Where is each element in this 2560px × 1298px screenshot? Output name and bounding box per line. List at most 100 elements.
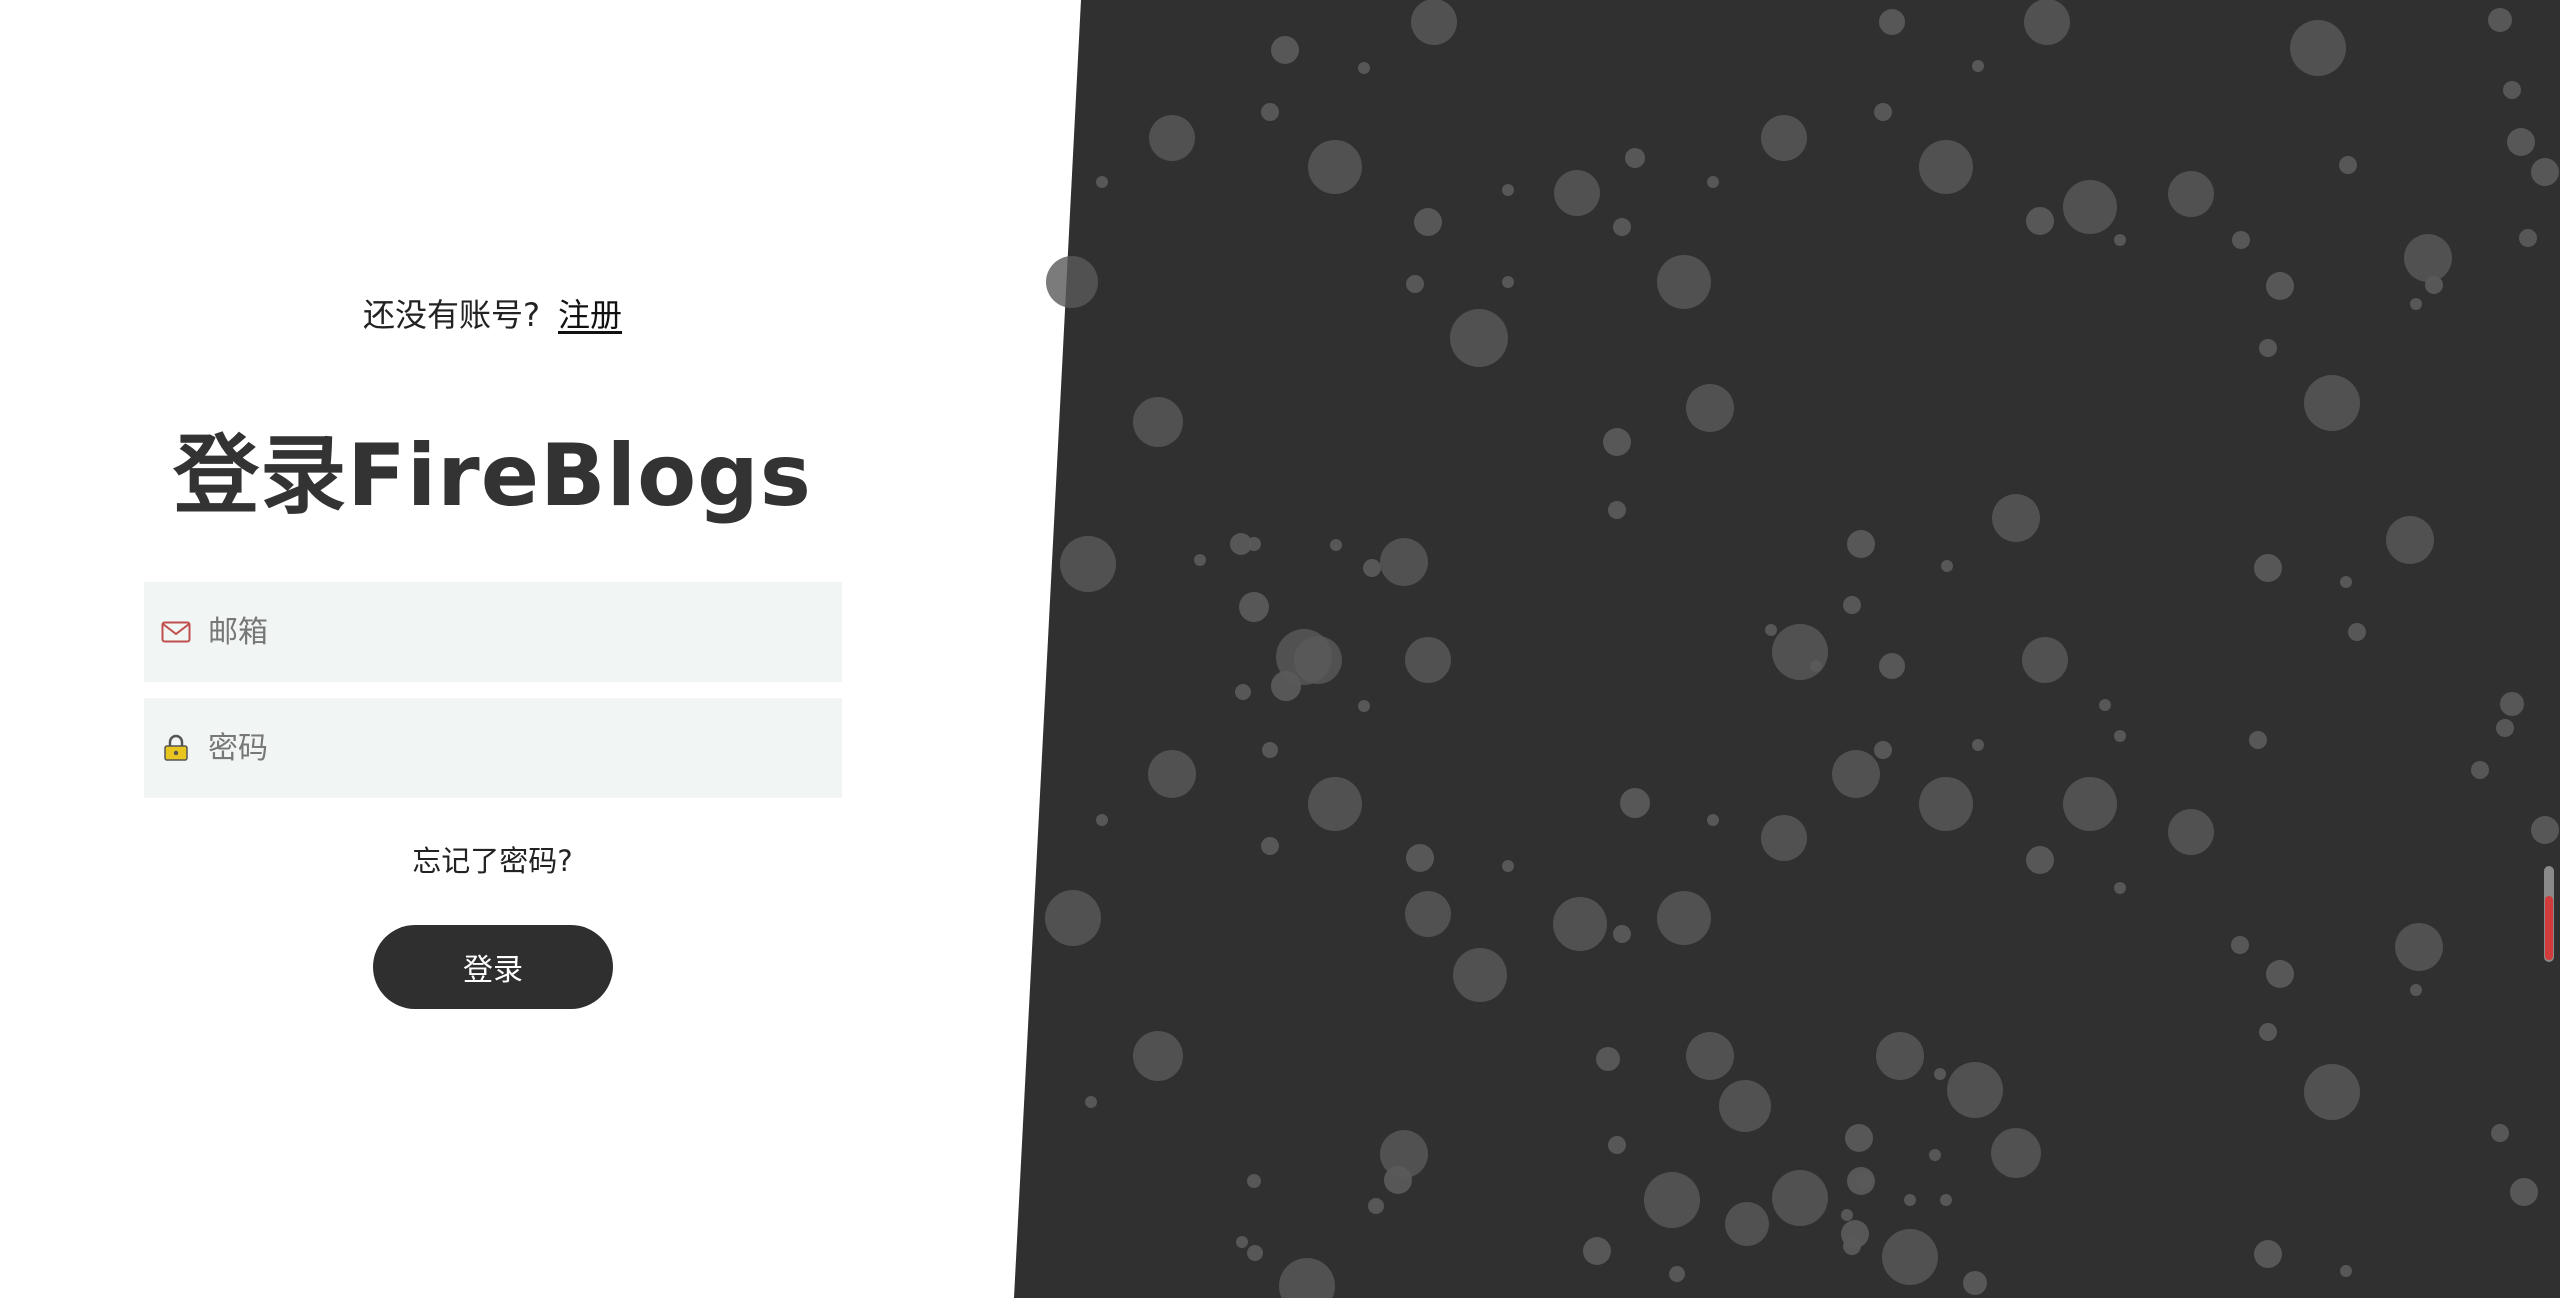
decorative-bubble xyxy=(1096,814,1108,826)
decorative-bubble xyxy=(1453,948,1507,1002)
decorative-bubble xyxy=(2404,234,2452,282)
decorative-bubble xyxy=(2304,1064,2360,1120)
decorative-bubble xyxy=(2266,960,2294,988)
decorative-bubble xyxy=(2503,81,2521,99)
decorative-bubble xyxy=(2531,816,2559,844)
decorative-bubble xyxy=(1380,538,1428,586)
decorative-bubble xyxy=(2340,576,2352,588)
decorative-bubble xyxy=(2259,339,2277,357)
decorative-bubble xyxy=(1686,384,1734,432)
decorative-bubble xyxy=(1613,925,1631,943)
decorative-bubble xyxy=(2231,936,2249,954)
decorative-bubble xyxy=(2410,984,2422,996)
decorative-bubble xyxy=(1308,140,1362,194)
email-input[interactable] xyxy=(206,613,810,651)
decorative-bubble xyxy=(1707,814,1719,826)
decorative-bubble xyxy=(1271,671,1301,701)
decorative-bubble xyxy=(1941,560,1953,572)
decorative-bubble xyxy=(1843,596,1861,614)
decorative-bubble xyxy=(2063,777,2117,831)
decorative-bubble xyxy=(2471,761,2489,779)
decorative-bubble xyxy=(1308,777,1362,831)
decorative-bubble xyxy=(1874,103,1892,121)
decorative-bubble xyxy=(1761,815,1807,861)
decorative-bubble xyxy=(1583,1237,1611,1265)
signup-question: 还没有账号? xyxy=(362,296,540,334)
decorative-bubble xyxy=(1133,1031,1183,1081)
decorative-bubble xyxy=(2099,699,2111,711)
decorative-bubble xyxy=(2249,731,2267,749)
scroll-indicator[interactable] xyxy=(2544,866,2554,962)
decorative-bubble xyxy=(1876,1032,1924,1080)
decorative-bubble xyxy=(1406,844,1434,872)
decorative-bubble xyxy=(1810,660,1822,672)
decorative-bubble xyxy=(1832,750,1880,798)
decorative-bubble xyxy=(1904,1194,1916,1206)
decorative-bubble xyxy=(1608,501,1626,519)
password-field-container[interactable] xyxy=(144,698,842,798)
login-button[interactable]: 登录 xyxy=(373,925,613,1009)
envelope-icon xyxy=(160,616,192,648)
dark-diagonal-panel xyxy=(1014,0,2560,1298)
decorative-bubble xyxy=(2491,1124,2509,1142)
decorative-bubble xyxy=(1603,428,1631,456)
decorative-bubble xyxy=(1657,891,1711,945)
decorative-bubble xyxy=(1235,684,1251,700)
decorative-bubble xyxy=(1330,539,1342,551)
decorative-bubble xyxy=(2259,1023,2277,1041)
decorative-bubble xyxy=(2425,276,2443,294)
decorative-bubble xyxy=(1919,777,1973,831)
decorative-bubble xyxy=(1772,624,1828,680)
password-input[interactable] xyxy=(206,729,810,767)
decorative-bubble xyxy=(1882,1229,1938,1285)
decorative-bubble xyxy=(1719,1080,1771,1132)
decorative-bubble xyxy=(2114,234,2126,246)
decorative-bubble xyxy=(1085,1096,1097,1108)
decorative-bubble xyxy=(2063,180,2117,234)
decorative-bubble xyxy=(1261,103,1279,121)
decorative-bubble xyxy=(1502,860,1514,872)
decorative-bubble xyxy=(1414,208,1442,236)
decorative-bubble xyxy=(1765,624,1777,636)
decorative-bubble xyxy=(1405,891,1451,937)
decorative-bubble xyxy=(1279,1258,1335,1298)
login-page: 还没有账号? 注册 登录FireBlogs 忘记了密码? xyxy=(0,0,2560,1298)
decorative-bubble xyxy=(2386,516,2434,564)
signup-prompt: 还没有账号? 注册 xyxy=(0,290,985,336)
decorative-bubble xyxy=(1384,1166,1412,1194)
register-link[interactable]: 注册 xyxy=(558,296,622,334)
decorative-bubble xyxy=(1596,1047,1620,1071)
decorative-bubble xyxy=(2254,554,2282,582)
decorative-bubble xyxy=(2410,298,2422,310)
decorative-bubble xyxy=(2232,231,2250,249)
decorative-bubble xyxy=(1261,837,1279,855)
decorative-bubble xyxy=(1247,537,1261,551)
decorative-bubble xyxy=(1879,653,1905,679)
decorative-bubble xyxy=(1841,1220,1869,1248)
decorative-bubble xyxy=(1405,637,1451,683)
lock-icon xyxy=(160,732,192,764)
decorative-bubble xyxy=(1644,1172,1700,1228)
decorative-bubble xyxy=(2488,8,2512,32)
decorative-bubble xyxy=(1502,276,1514,288)
decorative-bubble xyxy=(1133,397,1183,447)
decorative-bubble xyxy=(1669,1266,1685,1282)
decorative-bubble xyxy=(1725,1202,1769,1246)
decorative-bubble xyxy=(1046,256,1098,308)
decorative-bubble xyxy=(2114,882,2126,894)
decorative-bubble xyxy=(1991,1128,2041,1178)
decorative-bubble xyxy=(1236,1236,1248,1248)
decorative-bubble xyxy=(1772,1170,1828,1226)
decorative-bubble xyxy=(2496,719,2514,737)
decorative-bubble xyxy=(1276,629,1332,685)
decorative-bubble xyxy=(1841,1209,1853,1221)
email-field-container[interactable] xyxy=(144,582,842,682)
decorative-bubble xyxy=(2348,623,2366,641)
decorative-bubble xyxy=(1411,0,1457,45)
forgot-password-link[interactable]: 忘记了密码? xyxy=(0,838,985,880)
decorative-bubble xyxy=(2339,156,2357,174)
decorative-bubble xyxy=(2340,1265,2352,1277)
decorative-bubble xyxy=(2500,692,2524,716)
login-panel: 还没有账号? 注册 登录FireBlogs 忘记了密码? xyxy=(0,0,985,1298)
decorative-bubble xyxy=(1450,309,1508,367)
